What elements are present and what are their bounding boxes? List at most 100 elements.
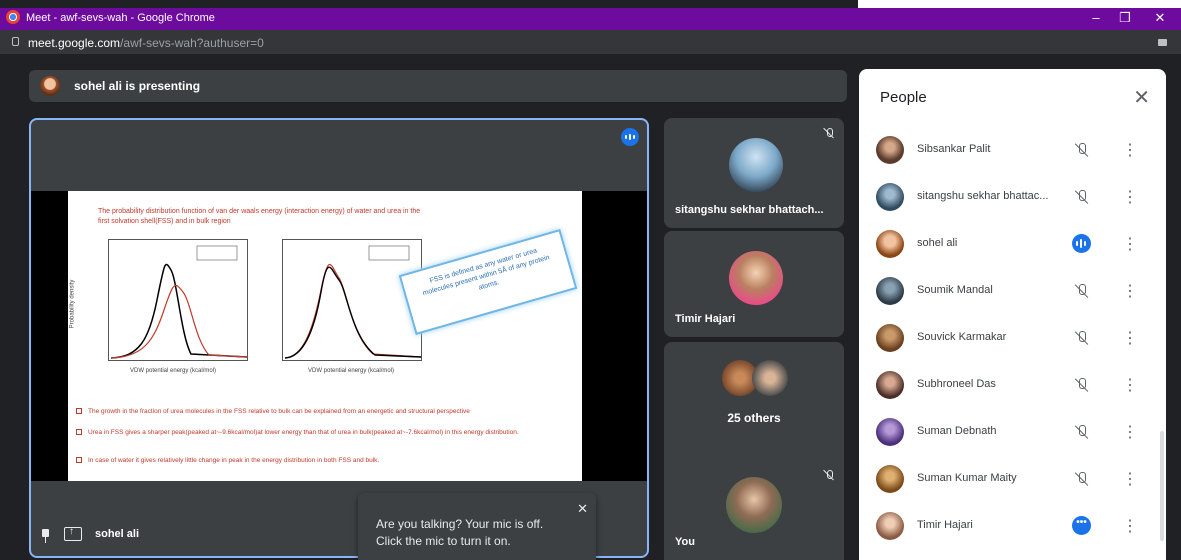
participant-name: Souvick Karmakar [917,331,1007,343]
mic-off-icon [1075,471,1089,487]
close-toast-button[interactable]: ✕ [577,501,588,517]
participant-row[interactable]: Suman Debnath ⋮ [859,410,1159,457]
presentation-stage[interactable]: The probability distribution function of… [29,118,649,558]
participant-row[interactable]: Timir Hajari ••• ⋮ [859,504,1159,551]
more-options-icon[interactable]: ⋮ [1122,469,1138,489]
browser-titlebar: Meet - awf-sevs-wah - Google Chrome – ❐ … [0,0,1181,30]
maximize-button[interactable]: ❐ [1115,10,1135,26]
url-path: /awf-sevs-wah?authuser=0 [120,36,264,50]
mic-off-icon [1075,330,1089,346]
slide-title: The probability distribution function of… [98,208,421,225]
participant-name: sohel ali [917,237,958,249]
presentation-slide: The probability distribution function of… [68,191,582,481]
avatar [876,277,904,305]
url-text[interactable]: meet.google.com/awf-sevs-wah?authuser=0 [28,36,264,50]
mic-off-icon [823,469,835,481]
mic-off-icon [1075,283,1089,299]
presenting-banner: sohel ali is presenting [29,70,847,102]
more-activity-icon: ••• [1072,516,1091,535]
avatar [876,371,904,399]
url-host: meet.google.com [28,36,121,50]
slide-ylabel: Probability density [69,279,76,329]
more-options-icon[interactable]: ⋮ [1122,140,1138,160]
more-options-icon[interactable]: ⋮ [1122,375,1138,395]
camera-icon[interactable] [1158,39,1167,46]
close-panel-button[interactable]: ✕ [1133,85,1150,110]
self-tile[interactable]: You [664,460,844,560]
avatar [876,465,904,493]
slide-bullet-text: In case of water it gives relatively lit… [88,457,380,464]
close-window-button[interactable]: ✕ [1150,10,1170,26]
slide-bullet-text: The growth in the fraction of urea molec… [88,408,470,415]
others-count: 25 others [727,411,781,425]
avatar [876,418,904,446]
present-screen-icon[interactable] [64,526,82,541]
avatar [729,251,783,305]
panel-scrollbar[interactable] [1160,431,1164,541]
slide-bullet: Urea in FSS gives a sharper peak(peaked … [76,428,546,437]
mic-off-toast: ✕ Are you talking? Your mic is off. Clic… [358,493,596,560]
mic-off-icon [1075,377,1089,393]
participant-row[interactable]: Suman Kumar Maity ⋮ [859,457,1159,504]
participant-row[interactable]: Subhroneel Das ⋮ [859,363,1159,410]
participant-name: Suman Debnath [917,425,997,437]
participant-name: Suman Kumar Maity [917,472,1017,484]
taskbar-strip [0,0,1181,8]
tile-name: You [675,536,695,548]
graph-water-xlabel: VDW potential energy (kcal/mol) [308,368,395,374]
graph-water-plot [284,245,422,359]
graph-urea [108,239,248,361]
taskbar-segment [858,0,1181,8]
participant-row[interactable]: Soumik Mandal ⋮ [859,269,1159,316]
slide-bullet-text: Urea in FSS gives a sharper peak(peaked … [88,429,519,436]
mic-off-icon [1075,189,1089,205]
participant-tile[interactable]: sitangshu sekhar bhattach... [664,118,844,228]
avatar [876,324,904,352]
avatar [876,183,904,211]
people-panel: People ✕ Sibsankar Palit ⋮ sitangshu sek… [859,69,1166,560]
lock-icon [12,37,19,46]
presenting-text: sohel ali is presenting [74,79,201,93]
more-options-icon[interactable]: ⋮ [1122,422,1138,442]
others-tile[interactable]: 25 others [664,342,844,475]
avatar [876,136,904,164]
address-bar[interactable]: meet.google.com/awf-sevs-wah?authuser=0 [0,30,1181,54]
participant-row[interactable]: Sibsankar Palit ⋮ [859,128,1159,175]
minimize-button[interactable]: – [1086,10,1106,25]
participant-name: Soumik Mandal [917,284,993,296]
participant-name: sitangshu sekhar bhattac... [917,190,1049,202]
graph-urea-plot [110,245,248,359]
tile-name: sitangshu sekhar bhattach... [675,204,824,216]
presenter-avatar [40,76,60,96]
window-title: Meet - awf-sevs-wah - Google Chrome [26,12,215,24]
mic-off-icon [1075,424,1089,440]
tile-name: Timir Hajari [675,313,736,325]
mic-off-icon [1075,142,1089,158]
speaking-indicator-icon [621,128,639,146]
toast-message: Are you talking? Your mic is off. Click … [376,517,544,548]
participant-name: Subhroneel Das [917,378,996,390]
avatar [876,230,904,258]
more-options-icon[interactable]: ⋮ [1122,234,1138,254]
participant-name: Timir Hajari [917,519,973,531]
more-options-icon[interactable]: ⋮ [1122,328,1138,348]
more-options-icon[interactable]: ⋮ [1122,281,1138,301]
presenter-name: sohel ali [95,528,140,540]
avatar [876,512,904,540]
participant-row[interactable]: Souvick Karmakar ⋮ [859,316,1159,363]
participant-row[interactable]: sohel ali ⋮ [859,222,1159,269]
participant-row[interactable]: sitangshu sekhar bhattac... ⋮ [859,175,1159,222]
slide-bullet: The growth in the fraction of urea molec… [76,407,546,416]
more-options-icon[interactable]: ⋮ [1122,516,1138,536]
mic-off-icon [823,127,835,139]
callout-text: FSS is defined as any water or urea mole… [422,247,551,298]
avatar [729,138,783,192]
slide-area: The probability distribution function of… [31,191,647,481]
participant-name: Sibsankar Palit [917,143,991,155]
avatar [752,360,788,396]
chrome-icon [6,10,20,24]
avatar [726,477,782,533]
more-options-icon[interactable]: ⋮ [1122,187,1138,207]
pin-icon[interactable] [41,529,50,543]
participant-tile[interactable]: Timir Hajari [664,231,844,337]
